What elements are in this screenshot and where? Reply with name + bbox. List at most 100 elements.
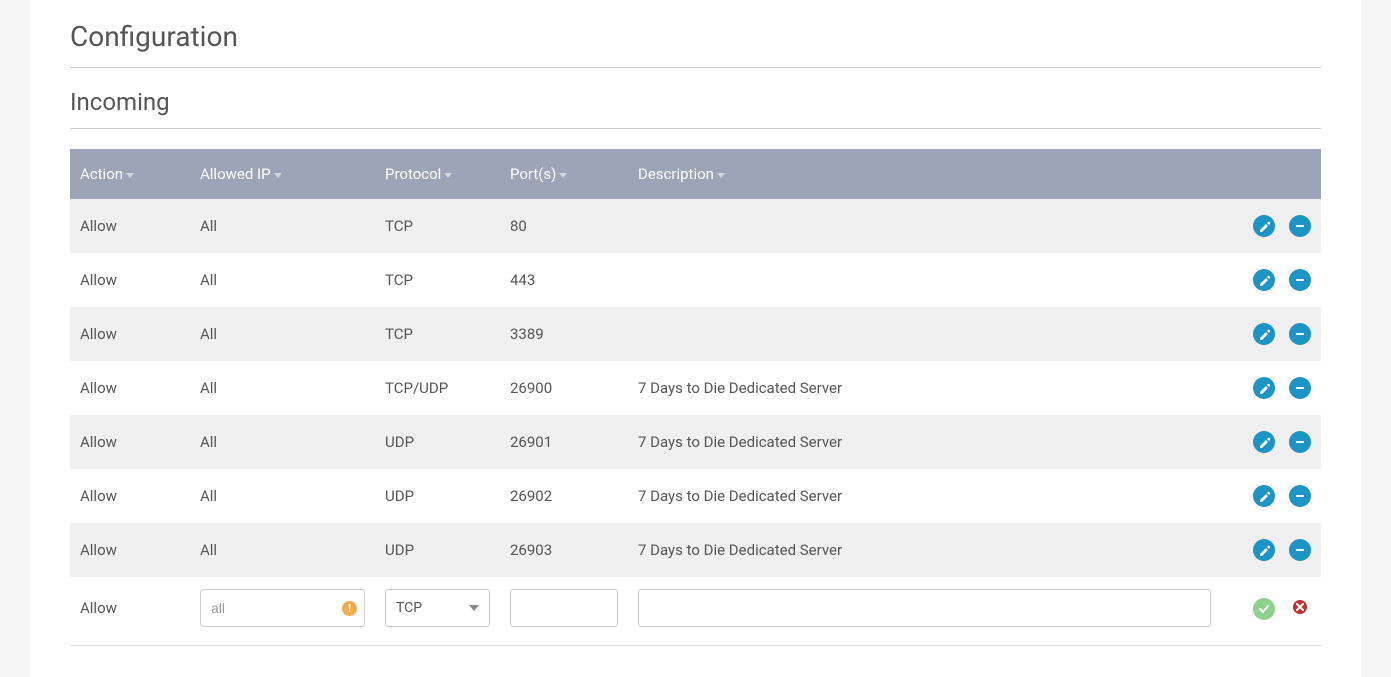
remove-button[interactable] — [1289, 485, 1311, 507]
remove-icon — [1294, 274, 1306, 286]
table-row: AllowAllTCP80 — [70, 199, 1321, 253]
remove-icon — [1294, 220, 1306, 232]
cell-description: 7 Days to Die Dedicated Server — [628, 415, 1221, 469]
cell-allowed-ip: All — [190, 523, 375, 577]
table-header-row: Action Allowed IP Protocol Port(s) Descr… — [70, 149, 1321, 199]
cell-ports — [500, 577, 628, 646]
edit-icon — [1258, 328, 1270, 340]
cell-ops — [1221, 253, 1321, 307]
cell-ports: 80 — [500, 199, 628, 253]
cell-protocol: UDP — [375, 415, 500, 469]
cell-ports: 26901 — [500, 415, 628, 469]
description-input[interactable] — [638, 589, 1211, 627]
edit-button[interactable] — [1253, 431, 1275, 453]
cell-allowed-ip: All — [190, 199, 375, 253]
x-icon — [1292, 599, 1308, 615]
caret-down-icon — [444, 173, 452, 178]
cancel-button[interactable] — [1289, 596, 1311, 618]
cell-allowed-ip: All — [190, 307, 375, 361]
section-title: Configuration — [70, 0, 1321, 68]
cell-protocol: UDP — [375, 523, 500, 577]
cell-action: Allow — [70, 415, 190, 469]
edit-button[interactable] — [1253, 485, 1275, 507]
cell-protocol: TCP — [375, 253, 500, 307]
header-ports[interactable]: Port(s) — [500, 149, 628, 199]
caret-down-icon — [717, 173, 725, 178]
cell-ops — [1221, 415, 1321, 469]
table-row: AllowAllUDP269017 Days to Die Dedicated … — [70, 415, 1321, 469]
cell-ops — [1221, 361, 1321, 415]
cell-ops — [1221, 307, 1321, 361]
caret-down-icon — [469, 605, 479, 611]
cell-allowed-ip: All — [190, 469, 375, 523]
edit-icon — [1258, 274, 1270, 286]
cell-ports: 443 — [500, 253, 628, 307]
edit-icon — [1258, 436, 1270, 448]
cell-ops — [1221, 469, 1321, 523]
remove-button[interactable] — [1289, 539, 1311, 561]
panel: Configuration Incoming Action Allowed IP… — [30, 0, 1361, 677]
cell-action: Allow — [70, 307, 190, 361]
confirm-button[interactable] — [1253, 598, 1275, 620]
cell-action: Allow — [70, 253, 190, 307]
edit-button[interactable] — [1253, 215, 1275, 237]
cell-protocol: TCP — [375, 199, 500, 253]
edit-icon — [1258, 544, 1270, 556]
table-row: AllowAllUDP269037 Days to Die Dedicated … — [70, 523, 1321, 577]
cell-action: Allow — [70, 361, 190, 415]
table-row: AllowAllTCP3389 — [70, 307, 1321, 361]
cell-description: 7 Days to Die Dedicated Server — [628, 469, 1221, 523]
edit-button[interactable] — [1253, 539, 1275, 561]
header-action[interactable]: Action — [70, 149, 190, 199]
cell-ops — [1221, 577, 1321, 646]
cell-description — [628, 199, 1221, 253]
firewall-table: Action Allowed IP Protocol Port(s) Descr… — [70, 149, 1321, 646]
header-protocol[interactable]: Protocol — [375, 149, 500, 199]
edit-button[interactable] — [1253, 323, 1275, 345]
header-allowed-ip[interactable]: Allowed IP — [190, 149, 375, 199]
cell-ports: 3389 — [500, 307, 628, 361]
remove-button[interactable] — [1289, 269, 1311, 291]
cell-ports: 26900 — [500, 361, 628, 415]
edit-icon — [1258, 220, 1270, 232]
edit-button[interactable] — [1253, 269, 1275, 291]
table-row: AllowAllUDP269027 Days to Die Dedicated … — [70, 469, 1321, 523]
remove-button[interactable] — [1289, 431, 1311, 453]
remove-icon — [1294, 490, 1306, 502]
ports-input[interactable] — [510, 589, 618, 627]
cell-protocol: UDP — [375, 469, 500, 523]
header-description[interactable]: Description — [628, 149, 1221, 199]
caret-down-icon — [126, 173, 134, 178]
cell-ports: 26903 — [500, 523, 628, 577]
cell-protocol: TCP — [375, 577, 500, 646]
cell-description: 7 Days to Die Dedicated Server — [628, 361, 1221, 415]
check-icon — [1258, 603, 1270, 615]
sub-title: Incoming — [70, 68, 1321, 129]
table-row: AllowAllTCP443 — [70, 253, 1321, 307]
cell-action: Allow — [70, 523, 190, 577]
cell-allowed-ip: All — [190, 253, 375, 307]
cell-ports: 26902 — [500, 469, 628, 523]
cell-protocol: TCP — [375, 307, 500, 361]
allowed-ip-input[interactable] — [200, 589, 365, 627]
new-rule-row: Allow!TCP — [70, 577, 1321, 646]
remove-icon — [1294, 382, 1306, 394]
protocol-select[interactable]: TCP — [385, 589, 490, 627]
remove-button[interactable] — [1289, 323, 1311, 345]
cell-description — [628, 307, 1221, 361]
edit-button[interactable] — [1253, 377, 1275, 399]
cell-allowed-ip: ! — [190, 577, 375, 646]
edit-icon — [1258, 382, 1270, 394]
cell-allowed-ip: All — [190, 361, 375, 415]
cell-action: Allow — [70, 199, 190, 253]
caret-down-icon — [559, 173, 567, 178]
remove-button[interactable] — [1289, 215, 1311, 237]
cell-action: Allow — [70, 469, 190, 523]
caret-down-icon — [274, 173, 282, 178]
warning-icon: ! — [342, 601, 357, 616]
cell-description — [628, 253, 1221, 307]
cell-description: 7 Days to Die Dedicated Server — [628, 523, 1221, 577]
cell-ops — [1221, 199, 1321, 253]
remove-button[interactable] — [1289, 377, 1311, 399]
remove-icon — [1294, 436, 1306, 448]
